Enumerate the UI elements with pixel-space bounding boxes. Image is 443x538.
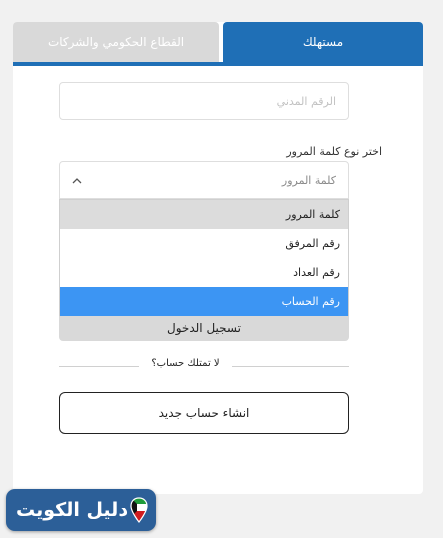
create-account-button[interactable]: انشاء حساب جديد bbox=[59, 392, 349, 434]
tab-bar: القطاع الحكومي والشركات مستهلك bbox=[13, 22, 423, 66]
civil-id-input[interactable] bbox=[59, 82, 349, 120]
option-meter-number[interactable]: رقم العداد bbox=[60, 258, 348, 287]
logo-text: دليل الكويت bbox=[16, 499, 129, 521]
tab-underline bbox=[13, 62, 423, 66]
map-pin-flag-icon bbox=[130, 497, 148, 523]
password-type-label: اختر نوع كلمة المرور bbox=[286, 145, 382, 158]
no-account-text: لا تمتلك حساب؟ bbox=[151, 358, 220, 369]
password-type-dropdown: كلمة المرور رقم المرفق رقم العداد رقم ال… bbox=[59, 199, 349, 317]
option-facility-number[interactable]: رقم المرفق bbox=[60, 229, 348, 258]
chevron-up-icon bbox=[72, 178, 82, 184]
site-logo: دليل الكويت bbox=[6, 489, 156, 531]
divider-right bbox=[232, 366, 349, 367]
option-password[interactable]: كلمة المرور bbox=[60, 200, 348, 229]
divider-left bbox=[59, 366, 139, 367]
tab-consumer[interactable]: مستهلك bbox=[223, 22, 423, 62]
option-account-number[interactable]: رقم الحساب bbox=[60, 287, 348, 316]
login-button[interactable]: تسجيل الدخول bbox=[59, 316, 349, 341]
tab-business[interactable]: القطاع الحكومي والشركات bbox=[13, 22, 219, 62]
password-type-select[interactable]: كلمة المرور bbox=[59, 161, 349, 199]
select-value: كلمة المرور bbox=[281, 174, 336, 187]
